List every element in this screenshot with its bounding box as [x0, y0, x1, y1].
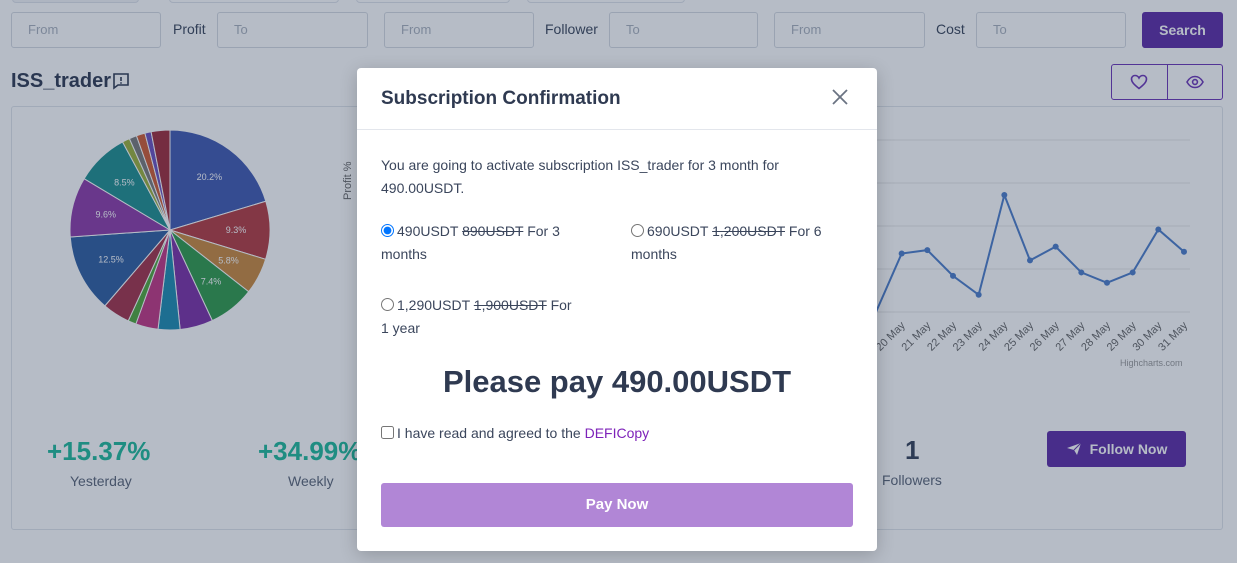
modal-description: You are going to activate subscription I…: [381, 154, 851, 200]
plan-option-1-year[interactable]: 1,290USDT 1,900USDT For 1 year: [381, 294, 581, 340]
plan-radio-1-year[interactable]: [381, 298, 394, 311]
plan-price: 690USDT: [647, 223, 709, 239]
plan-old-price: 1,200USDT: [712, 223, 786, 239]
close-icon[interactable]: [831, 88, 849, 106]
modal-header: Subscription Confirmation: [357, 68, 877, 130]
plan-option-3-months[interactable]: 490USDT 890USDT For 3 months: [381, 220, 581, 266]
agree-checkbox[interactable]: [381, 426, 394, 439]
plan-price: 490USDT: [397, 223, 459, 239]
plan-radio-3-months[interactable]: [381, 224, 394, 237]
agree-terms[interactable]: I have read and agreed to the DEFICopy: [381, 425, 649, 441]
plan-price: 1,290USDT: [397, 297, 470, 313]
pay-amount: Please pay 490.00USDT: [442, 364, 792, 399]
modal-title: Subscription Confirmation: [381, 88, 621, 109]
subscription-modal: Subscription Confirmation You are going …: [357, 68, 877, 551]
terms-link[interactable]: DEFICopy: [585, 425, 650, 441]
subscription-description: You are going to activate subscription I…: [381, 157, 779, 196]
plan-old-price: 1,900USDT: [473, 297, 547, 313]
plan-old-price: 890USDT: [462, 223, 524, 239]
plan-option-6-months[interactable]: 690USDT 1,200USDT For 6 months: [631, 220, 831, 266]
pay-now-button[interactable]: Pay Now: [381, 483, 853, 527]
plan-radio-6-months[interactable]: [631, 224, 644, 237]
agree-text: I have read and agreed to the: [397, 425, 585, 441]
